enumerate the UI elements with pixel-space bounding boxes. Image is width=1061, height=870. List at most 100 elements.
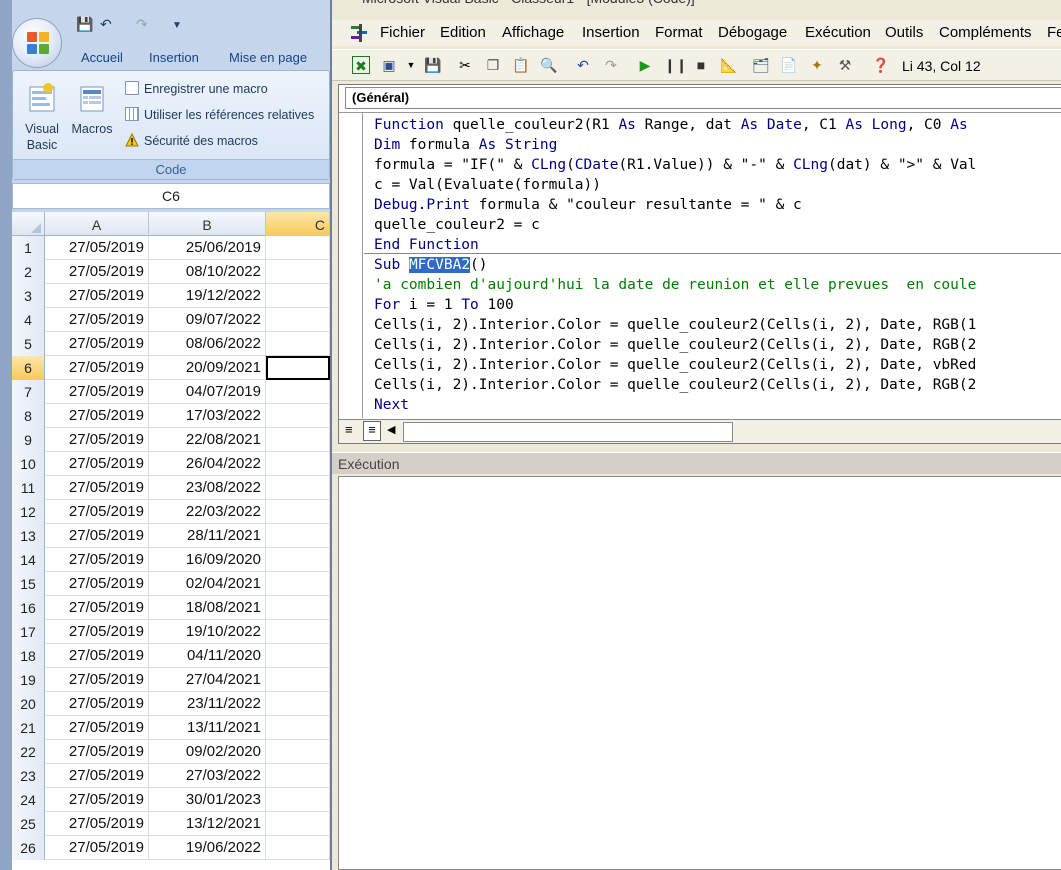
redo-icon[interactable]: ↷ xyxy=(602,56,620,74)
cell-c[interactable] xyxy=(266,788,330,812)
row-header[interactable]: 23 xyxy=(12,764,45,788)
row-header[interactable]: 9 xyxy=(12,428,45,452)
cell-a[interactable]: 27/05/2019 xyxy=(45,716,149,740)
cell-b[interactable]: 19/10/2022 xyxy=(149,620,266,644)
menu-debogage[interactable]: Débogage xyxy=(718,24,787,41)
select-all-corner[interactable] xyxy=(12,212,45,236)
row-header[interactable]: 15 xyxy=(12,572,45,596)
insert-dropdown-icon[interactable]: ▼ xyxy=(402,56,420,74)
redo-icon[interactable]: ↷ xyxy=(136,16,148,33)
cell-c[interactable] xyxy=(266,500,330,524)
menu-format[interactable]: Format xyxy=(655,24,703,41)
cell-b[interactable]: 08/06/2022 xyxy=(149,332,266,356)
cell-b[interactable]: 04/11/2020 xyxy=(149,644,266,668)
cell-b[interactable]: 18/08/2021 xyxy=(149,596,266,620)
cell-c[interactable] xyxy=(266,740,330,764)
code-line[interactable]: 'a combien d'aujourd'hui la date de reun… xyxy=(374,275,976,295)
row-header[interactable]: 10 xyxy=(12,452,45,476)
cell-a[interactable]: 27/05/2019 xyxy=(45,356,149,380)
cell-a[interactable]: 27/05/2019 xyxy=(45,572,149,596)
column-header-c[interactable]: C xyxy=(266,212,330,236)
copy-icon[interactable]: ❐ xyxy=(484,56,502,74)
cell-b[interactable]: 13/11/2021 xyxy=(149,716,266,740)
cell-b[interactable]: 17/03/2022 xyxy=(149,404,266,428)
cell-c[interactable] xyxy=(266,404,330,428)
cell-a[interactable]: 27/05/2019 xyxy=(45,668,149,692)
cell-a[interactable]: 27/05/2019 xyxy=(45,836,149,860)
cell-c[interactable] xyxy=(266,332,330,356)
cell-a[interactable]: 27/05/2019 xyxy=(45,644,149,668)
undo-icon[interactable]: ↶ xyxy=(100,16,112,33)
tab-accueil[interactable]: Accueil xyxy=(81,50,123,65)
vbe-app-icon[interactable] xyxy=(348,22,370,44)
cell-c[interactable] xyxy=(266,716,330,740)
full-module-view-icon[interactable]: ≡ xyxy=(363,421,381,441)
row-header[interactable]: 1 xyxy=(12,236,45,260)
pause-icon[interactable]: ❙❙ xyxy=(664,56,687,74)
cell-c[interactable] xyxy=(266,308,330,332)
cell-c[interactable] xyxy=(266,284,330,308)
cell-a[interactable]: 27/05/2019 xyxy=(45,620,149,644)
code-line[interactable]: For i = 1 To 100 xyxy=(374,295,514,315)
tab-insertion[interactable]: Insertion xyxy=(149,50,199,65)
save-icon[interactable]: 💾 xyxy=(76,16,93,33)
row-header[interactable]: 19 xyxy=(12,668,45,692)
column-header-b[interactable]: B xyxy=(149,212,266,236)
column-header-a[interactable]: A xyxy=(45,212,149,236)
row-header[interactable]: 26 xyxy=(12,836,45,860)
cell-c[interactable] xyxy=(266,620,330,644)
menu-fichier[interactable]: Fichier xyxy=(380,24,425,41)
design-mode-icon[interactable]: 📐 xyxy=(720,56,738,74)
margin-indicator-bar[interactable] xyxy=(339,113,363,418)
cell-a[interactable]: 27/05/2019 xyxy=(45,500,149,524)
toolbox-icon[interactable]: ⚒ xyxy=(836,56,854,74)
row-header[interactable]: 25 xyxy=(12,812,45,836)
relative-references-button[interactable]: Utiliser les références relatives xyxy=(125,107,314,122)
cell-a[interactable]: 27/05/2019 xyxy=(45,740,149,764)
cell-b[interactable]: 22/03/2022 xyxy=(149,500,266,524)
row-header[interactable]: 14 xyxy=(12,548,45,572)
cell-a[interactable]: 27/05/2019 xyxy=(45,308,149,332)
cell-b[interactable]: 02/04/2021 xyxy=(149,572,266,596)
row-header[interactable]: 21 xyxy=(12,716,45,740)
row-header[interactable]: 20 xyxy=(12,692,45,716)
object-combo[interactable]: (Général) xyxy=(345,87,1061,109)
cell-b[interactable]: 22/08/2021 xyxy=(149,428,266,452)
cell-c[interactable] xyxy=(266,644,330,668)
horizontal-scrollbar[interactable] xyxy=(403,422,733,442)
object-browser-icon[interactable]: ✦ xyxy=(808,56,826,74)
code-editor[interactable]: Function quelle_couleur2(R1 As Range, da… xyxy=(339,112,1061,418)
cell-c[interactable] xyxy=(266,692,330,716)
row-header[interactable]: 5 xyxy=(12,332,45,356)
cell-a[interactable]: 27/05/2019 xyxy=(45,380,149,404)
cell-c[interactable] xyxy=(266,260,330,284)
row-header[interactable]: 18 xyxy=(12,644,45,668)
view-excel-icon[interactable]: ✖ xyxy=(352,56,370,74)
row-header[interactable]: 3 xyxy=(12,284,45,308)
properties-icon[interactable]: 📄 xyxy=(780,56,798,74)
cell-b[interactable]: 08/10/2022 xyxy=(149,260,266,284)
cell-a[interactable]: 27/05/2019 xyxy=(45,548,149,572)
office-button[interactable] xyxy=(12,18,62,68)
cell-b[interactable]: 23/11/2022 xyxy=(149,692,266,716)
menu-fenetre[interactable]: Fe xyxy=(1047,24,1061,41)
cell-b[interactable]: 26/04/2022 xyxy=(149,452,266,476)
visual-basic-button[interactable]: Visual Basic xyxy=(23,81,61,153)
cut-icon[interactable]: ✂ xyxy=(456,56,474,74)
cell-c[interactable] xyxy=(266,380,330,404)
paste-icon[interactable]: 📋 xyxy=(512,56,530,74)
cell-c[interactable] xyxy=(266,764,330,788)
cell-c[interactable] xyxy=(266,524,330,548)
code-line[interactable]: End Function xyxy=(374,235,479,255)
code-line[interactable]: Debug.Print formula & "couleur resultant… xyxy=(374,195,802,215)
scroll-left-icon[interactable]: ◀ xyxy=(387,423,395,436)
cell-b[interactable]: 16/09/2020 xyxy=(149,548,266,572)
cell-a[interactable]: 27/05/2019 xyxy=(45,596,149,620)
cell-c[interactable] xyxy=(266,236,330,260)
code-line[interactable]: Cells(i, 2).Interior.Color = quelle_coul… xyxy=(374,335,976,355)
menu-execution[interactable]: Exécution xyxy=(805,24,871,41)
cell-a[interactable]: 27/05/2019 xyxy=(45,812,149,836)
cell-c[interactable] xyxy=(266,596,330,620)
row-header[interactable]: 8 xyxy=(12,404,45,428)
row-header[interactable]: 13 xyxy=(12,524,45,548)
